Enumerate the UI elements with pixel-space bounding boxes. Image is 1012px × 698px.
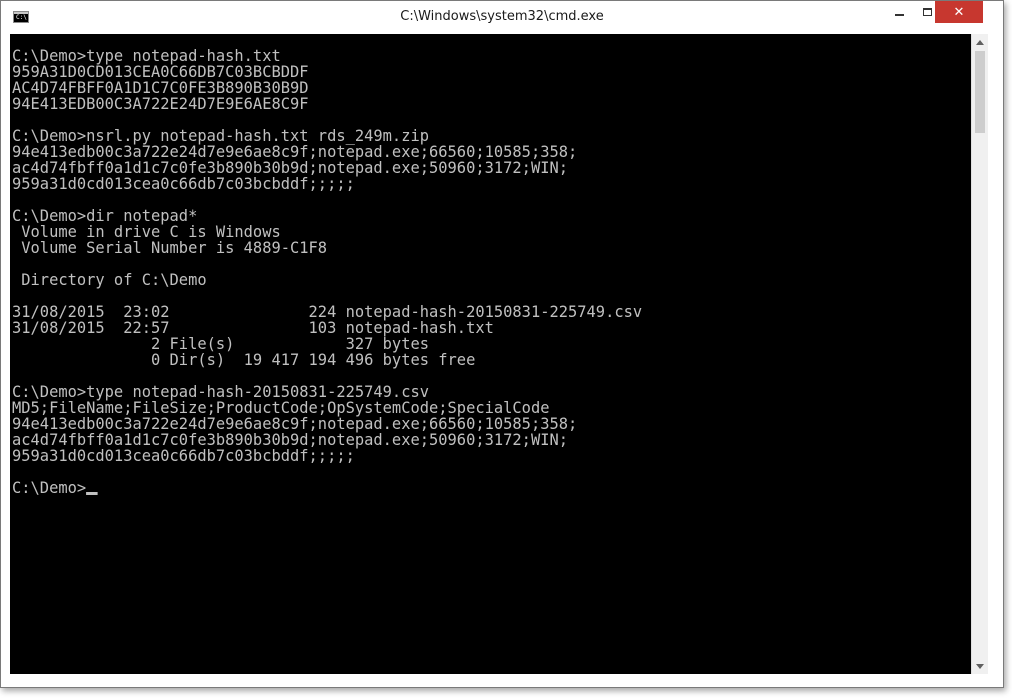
- window-title: C:\Windows\system32\cmd.exe: [400, 9, 604, 24]
- maximize-icon: [922, 8, 932, 16]
- console-line: 959a31d0cd013cea0c66db7c03bcbddf;;;;;: [12, 446, 355, 465]
- console-line: Directory of C:\Demo: [12, 270, 207, 289]
- close-icon: ✕: [953, 4, 965, 20]
- text-cursor: [86, 492, 98, 495]
- minimize-button[interactable]: [885, 1, 913, 23]
- title-bar[interactable]: C:\ C:\Windows\system32\cmd.exe ✕: [1, 1, 1003, 34]
- chevron-down-icon: [976, 664, 984, 669]
- console-line: 959a31d0cd013cea0c66db7c03bcbddf;;;;;: [12, 174, 355, 193]
- console-line: Volume Serial Number is 4889-C1F8: [12, 238, 328, 257]
- chevron-up-icon: [976, 40, 984, 45]
- console-area[interactable]: C:\Demo>type notepad-hash.txt 959A31D0CD0…: [10, 34, 971, 675]
- cmd-window: C:\ C:\Windows\system32\cmd.exe ✕ C:\Dem…: [0, 0, 1004, 688]
- minimize-icon: [894, 14, 904, 16]
- left-frame: [1, 34, 10, 675]
- console-line: 0 Dir(s) 19 417 194 496 bytes free: [12, 350, 476, 369]
- console-line: 94E413EDB00C3A722E24D7E9E6AE8C9F: [12, 94, 309, 113]
- scroll-down-button[interactable]: [972, 658, 988, 675]
- close-button[interactable]: ✕: [935, 1, 983, 23]
- scroll-up-button[interactable]: [972, 34, 988, 51]
- command-prompt: C:\Demo>: [12, 478, 87, 497]
- prompt-line[interactable]: C:\Demo>: [12, 480, 642, 496]
- bottom-frame: [1, 674, 1003, 687]
- vertical-scrollbar[interactable]: [971, 34, 988, 675]
- scrollbar-thumb[interactable]: [975, 51, 985, 133]
- right-frame: [988, 34, 1003, 675]
- console-output: C:\Demo>type notepad-hash.txt 959A31D0CD0…: [12, 48, 642, 496]
